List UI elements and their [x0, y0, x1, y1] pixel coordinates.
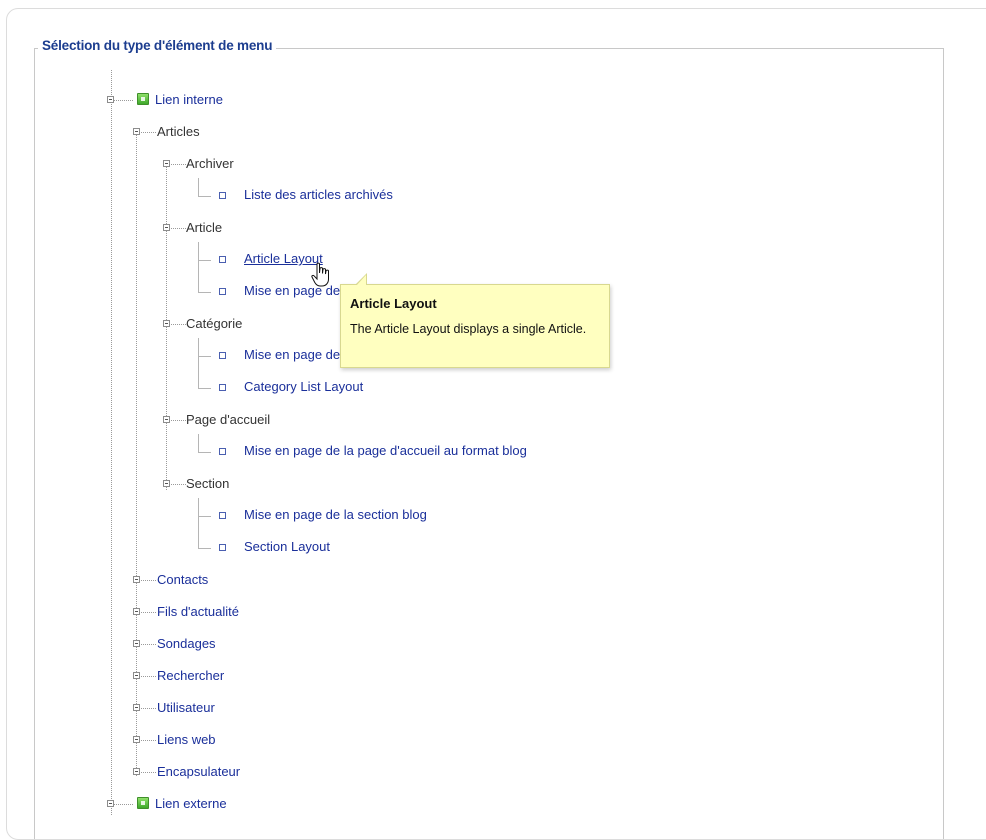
leaf-bullet-icon — [219, 352, 226, 359]
leaf-bullet-icon — [219, 384, 226, 391]
external-link-icon — [137, 797, 149, 809]
leaf-bullet-icon — [219, 192, 226, 199]
menu-type-tree: Lien interne Articles Archiver Liste des… — [0, 0, 986, 815]
leaf-bullet-icon — [219, 544, 226, 551]
tree-node-wrapper[interactable]: Encapsulateur — [157, 764, 240, 780]
toggle-icon[interactable] — [107, 96, 114, 103]
menu-link-archived-articles[interactable]: Liste des articles archivés — [244, 187, 393, 203]
tree-node-user[interactable]: Utilisateur — [157, 700, 215, 716]
tooltip: Article Layout The Article Layout displa… — [340, 273, 610, 368]
toggle-icon[interactable] — [133, 576, 140, 583]
toggle-icon[interactable] — [163, 416, 170, 423]
tree-node-frontpage[interactable]: Page d'accueil — [186, 412, 270, 428]
tree-node-feeds[interactable]: Fils d'actualité — [157, 604, 239, 620]
leaf-bullet-icon — [219, 512, 226, 519]
toggle-icon[interactable] — [133, 640, 140, 647]
tree-node-polls[interactable]: Sondages — [157, 636, 216, 652]
toggle-icon[interactable] — [163, 160, 170, 167]
tree-node-archiver[interactable]: Archiver — [186, 156, 234, 172]
toggle-icon[interactable] — [133, 768, 140, 775]
menu-link-category-list[interactable]: Category List Layout — [244, 379, 363, 395]
tooltip-body: The Article Layout displays a single Art… — [350, 322, 587, 336]
toggle-icon[interactable] — [107, 800, 114, 807]
tree-node-contacts[interactable]: Contacts — [157, 572, 208, 588]
tree-node-article[interactable]: Article — [186, 220, 222, 236]
leaf-bullet-icon — [219, 448, 226, 455]
toggle-icon[interactable] — [133, 128, 140, 135]
tree-node-internal-link[interactable]: Lien interne — [155, 92, 223, 108]
tree-node-search[interactable]: Rechercher — [157, 668, 224, 684]
tree-node-categorie[interactable]: Catégorie — [186, 316, 242, 332]
internal-link-icon — [137, 93, 149, 105]
toggle-icon[interactable] — [133, 736, 140, 743]
toggle-icon[interactable] — [163, 224, 170, 231]
toggle-icon[interactable] — [163, 480, 170, 487]
toggle-icon[interactable] — [133, 608, 140, 615]
toggle-icon[interactable] — [133, 672, 140, 679]
hand-cursor-icon — [311, 262, 329, 287]
tree-node-section[interactable]: Section — [186, 476, 229, 492]
tree-node-weblinks[interactable]: Liens web — [157, 732, 216, 748]
menu-link-section-blog[interactable]: Mise en page de la section blog — [244, 507, 427, 523]
leaf-bullet-icon — [219, 288, 226, 295]
tooltip-title: Article Layout — [350, 296, 437, 311]
toggle-icon[interactable] — [163, 320, 170, 327]
menu-link-section-layout[interactable]: Section Layout — [244, 539, 330, 555]
menu-link-frontpage-blog[interactable]: Mise en page de la page d'accueil au for… — [244, 443, 527, 459]
toggle-icon[interactable] — [133, 704, 140, 711]
leaf-bullet-icon — [219, 256, 226, 263]
tree-node-external-link[interactable]: Lien externe — [155, 796, 227, 812]
tree-node-articles[interactable]: Articles — [157, 124, 200, 140]
